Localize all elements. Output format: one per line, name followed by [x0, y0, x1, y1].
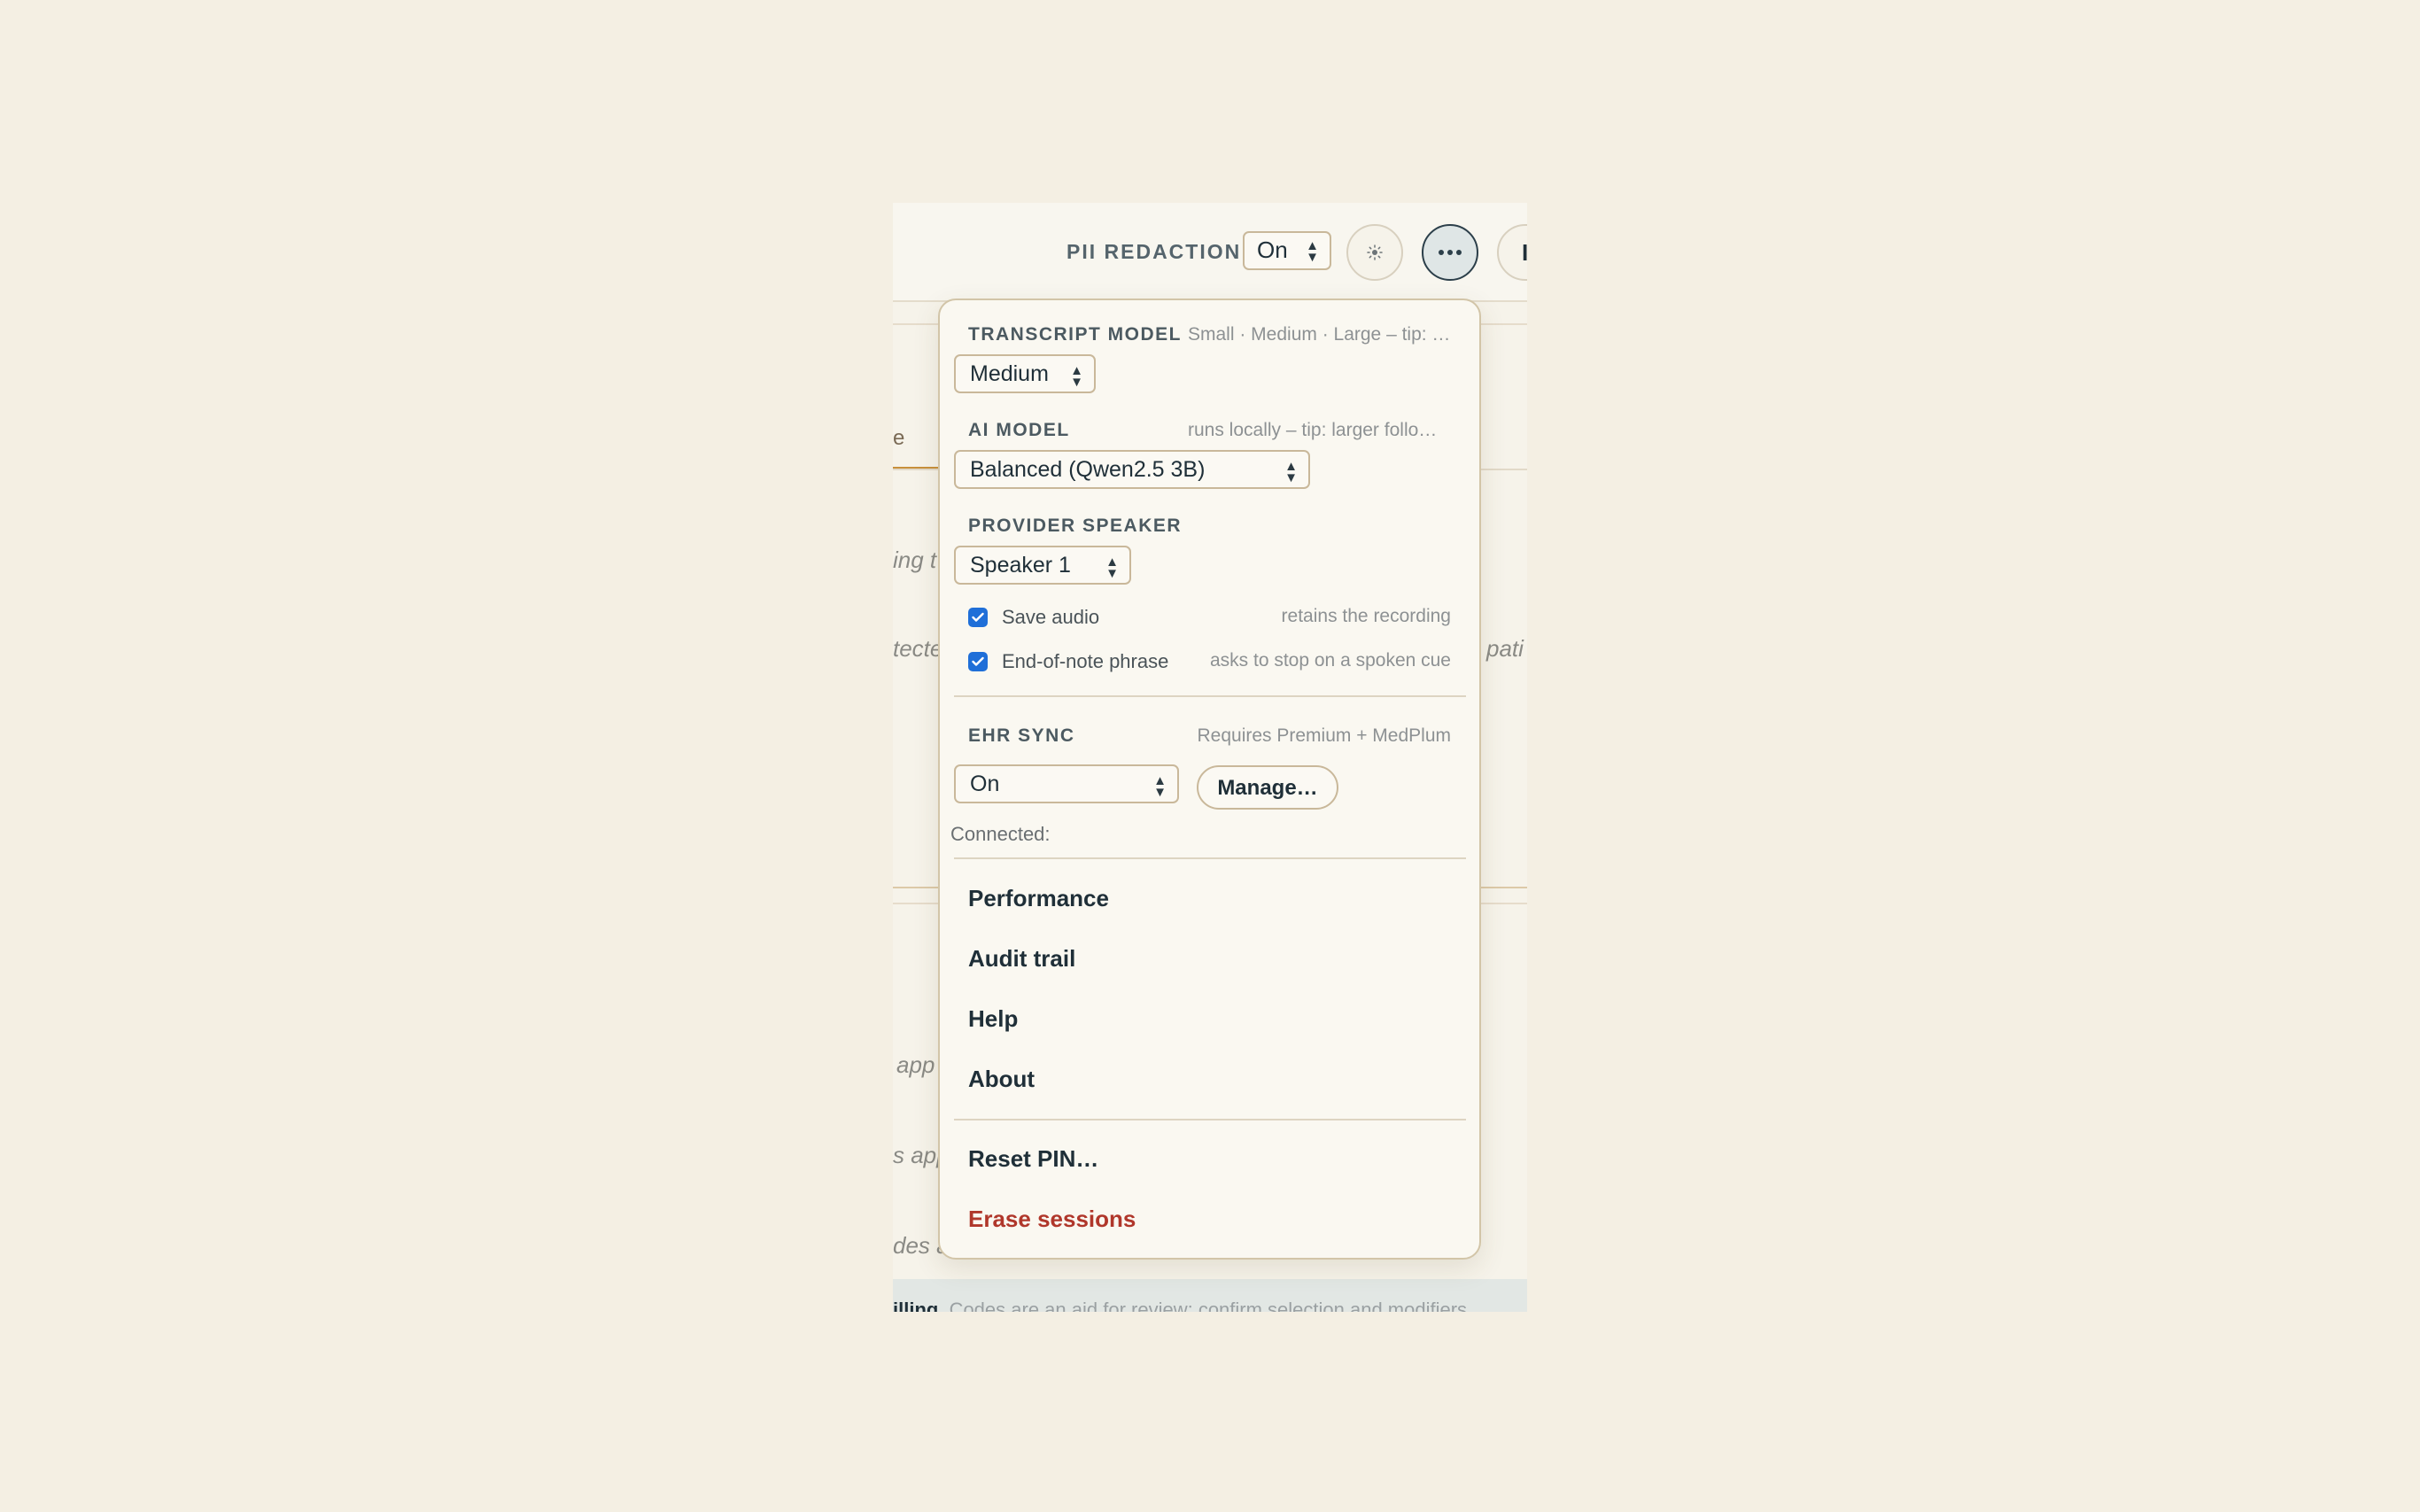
bg-text-fragment: pati: [1486, 635, 1524, 662]
end-of-note-phrase-hint: asks to stop on a spoken cue: [1209, 650, 1451, 671]
menu-item-about[interactable]: About: [968, 1066, 1035, 1093]
more-dots-icon: [1439, 250, 1462, 255]
checkmark-icon: [972, 656, 984, 666]
transcript-model-value: Medium: [970, 361, 1049, 386]
billing-text: Codes are an aid for review; confirm sel…: [949, 1299, 1468, 1312]
ehr-manage-button[interactable]: Manage…: [1197, 765, 1338, 810]
menu-item-reset-pin[interactable]: Reset PIN…: [968, 1145, 1098, 1173]
tab-fragment[interactable]: e: [893, 426, 904, 451]
menu-item-help[interactable]: Help: [968, 1005, 1018, 1033]
ehr-sync-label: EHR SYNC: [968, 725, 1075, 746]
sun-icon: [1367, 244, 1383, 260]
pii-redaction-select[interactable]: On ▲ ▼: [1243, 231, 1331, 270]
pii-redaction-value: On: [1257, 236, 1288, 263]
billing-notice: illing Codes are an aid for review; conf…: [893, 1279, 1527, 1312]
bg-text-fragment: tecte: [893, 635, 943, 662]
menu-divider: [954, 695, 1466, 697]
billing-title: illing: [893, 1299, 939, 1312]
menu-item-erase-sessions[interactable]: Erase sessions: [968, 1206, 1136, 1233]
transcript-model-select[interactable]: Medium ▲ ▼: [954, 354, 1096, 393]
pii-redaction-label: PII REDACTION: [1067, 240, 1242, 263]
transcript-model-hint: Small · Medium · Large – tip: …: [1188, 324, 1451, 345]
top-bar: PII REDACTION On ▲ ▼ I: [893, 203, 1527, 302]
menu-divider: [954, 857, 1466, 859]
ehr-connected-status: Connected:: [950, 823, 1051, 845]
ehr-sync-select[interactable]: On ▲ ▼: [954, 764, 1179, 803]
ehr-sync-value: On: [970, 772, 1000, 796]
theme-toggle-button[interactable]: [1346, 224, 1403, 281]
updown-chevron-icon: ▲ ▼: [1284, 459, 1298, 485]
updown-chevron-icon: ▲ ▼: [1105, 554, 1119, 581]
partial-button-label: I: [1522, 238, 1527, 266]
menu-item-audit-trail[interactable]: Audit trail: [968, 945, 1075, 973]
transcript-model-label: TRANSCRIPT MODEL: [968, 324, 1182, 345]
ai-model-select[interactable]: Balanced (Qwen2.5 3B) ▲ ▼: [954, 450, 1310, 489]
ai-model-label: AI MODEL: [968, 420, 1070, 440]
provider-speaker-select[interactable]: Speaker 1 ▲ ▼: [954, 546, 1131, 585]
ai-model-hint: runs locally – tip: larger follo…: [1188, 420, 1438, 440]
end-of-note-phrase-checkbox[interactable]: [968, 652, 988, 671]
menu-item-performance[interactable]: Performance: [968, 885, 1109, 912]
settings-menu-panel: TRANSCRIPT MODEL Small · Medium · Large …: [938, 299, 1481, 1260]
updown-chevron-icon: ▲ ▼: [1306, 238, 1319, 265]
provider-speaker-label: PROVIDER SPEAKER: [968, 516, 1183, 536]
more-menu-button[interactable]: [1422, 224, 1478, 281]
ai-model-value: Balanced (Qwen2.5 3B): [970, 457, 1206, 482]
bg-text-fragment: ing t: [893, 547, 937, 573]
partial-action-button[interactable]: I: [1497, 224, 1527, 281]
updown-chevron-icon: ▲ ▼: [1153, 773, 1167, 800]
menu-divider: [954, 1119, 1466, 1120]
checkmark-icon: [972, 612, 984, 622]
save-audio-hint: retains the recording: [1281, 606, 1451, 626]
updown-chevron-icon: ▲ ▼: [1070, 363, 1083, 390]
provider-speaker-value: Speaker 1: [970, 553, 1071, 578]
bg-text-fragment: app: [896, 1051, 935, 1078]
save-audio-checkbox[interactable]: [968, 608, 988, 627]
save-audio-label[interactable]: Save audio: [1002, 606, 1099, 629]
end-of-note-phrase-label[interactable]: End-of-note phrase: [1002, 650, 1168, 673]
ehr-sync-hint: Requires Premium + MedPlum: [1197, 725, 1451, 746]
